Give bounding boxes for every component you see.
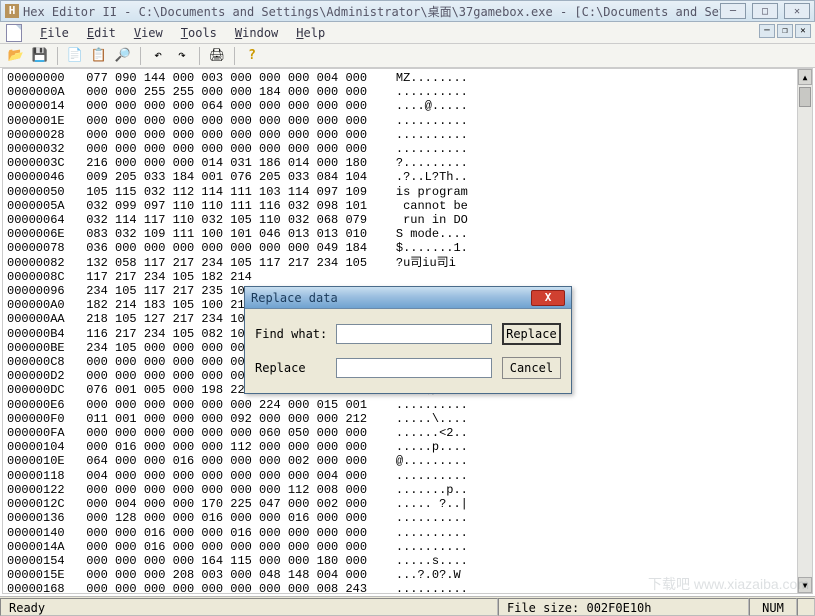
separator <box>234 47 235 65</box>
replace-with-input[interactable] <box>336 358 492 378</box>
save-icon[interactable]: 💾 <box>30 46 50 66</box>
mdi-restore-button[interactable]: ❐ <box>777 24 793 38</box>
menubar: File Edit View Tools Window Help ─ ❐ ✕ <box>0 22 815 44</box>
mdi-minimize-button[interactable]: ─ <box>759 24 775 38</box>
separator <box>199 47 200 65</box>
paste-icon[interactable]: 📋 <box>89 46 109 66</box>
scroll-down-arrow-icon[interactable]: ▼ <box>798 577 812 593</box>
status-filesize: File size: 002F0E10h <box>498 598 749 616</box>
find-what-label: Find what: <box>255 327 336 341</box>
menu-file[interactable]: File <box>32 24 77 42</box>
help-icon[interactable]: ? <box>242 46 262 66</box>
close-button[interactable]: ✕ <box>784 3 810 19</box>
find-what-input[interactable] <box>336 324 492 344</box>
minimize-button[interactable]: ─ <box>720 3 746 19</box>
titlebar: H Hex Editor II - C:\Documents and Setti… <box>0 0 815 22</box>
undo-icon[interactable]: ↶ <box>148 46 168 66</box>
replace-button[interactable]: Replace <box>502 323 561 345</box>
scroll-up-arrow-icon[interactable]: ▲ <box>798 69 812 85</box>
mdi-close-button[interactable]: ✕ <box>795 24 811 38</box>
maximize-button[interactable]: □ <box>752 3 778 19</box>
menu-help[interactable]: Help <box>288 24 333 42</box>
vertical-scrollbar[interactable]: ▲ ▼ <box>797 68 813 594</box>
copy-icon[interactable]: 📄 <box>65 46 85 66</box>
status-ready: Ready <box>0 598 498 616</box>
status-numlock: NUM <box>749 598 797 616</box>
dialog-close-button[interactable]: X <box>531 290 565 306</box>
replace-with-label: Replace <box>255 361 336 375</box>
window-title: Hex Editor II - C:\Documents and Setting… <box>23 3 720 20</box>
separator <box>57 47 58 65</box>
print-icon[interactable]: 🖨 <box>207 46 227 66</box>
resize-grip-icon[interactable] <box>797 598 815 616</box>
replace-dialog: Replace data X Find what: Replace Replac… <box>244 286 572 394</box>
dialog-titlebar[interactable]: Replace data X <box>245 287 571 309</box>
dialog-title-text: Replace data <box>251 291 531 305</box>
find-icon[interactable]: 🔎 <box>113 46 133 66</box>
menu-window[interactable]: Window <box>227 24 286 42</box>
separator <box>140 47 141 65</box>
menu-view[interactable]: View <box>126 24 171 42</box>
toolbar: 📂 💾 📄 📋 🔎 ↶ ↷ 🖨 ? <box>0 44 815 68</box>
statusbar: Ready File size: 002F0E10h NUM <box>0 596 815 616</box>
menu-edit[interactable]: Edit <box>79 24 124 42</box>
menu-tools[interactable]: Tools <box>173 24 225 42</box>
redo-icon[interactable]: ↷ <box>172 46 192 66</box>
scroll-thumb[interactable] <box>799 87 811 107</box>
app-icon: H <box>5 4 19 18</box>
open-icon[interactable]: 📂 <box>6 46 26 66</box>
mdi-document-icon[interactable] <box>6 24 22 42</box>
cancel-button[interactable]: Cancel <box>502 357 561 379</box>
